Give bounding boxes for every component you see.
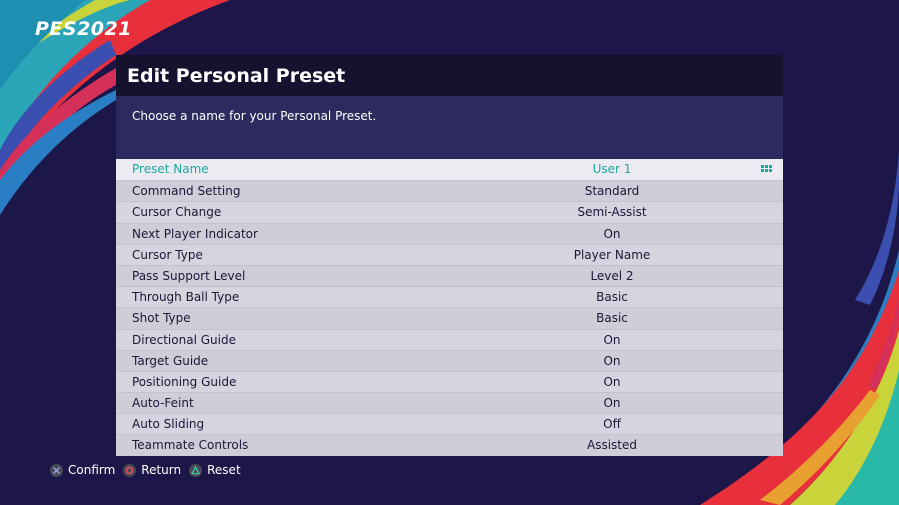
setting-value: Assisted xyxy=(586,438,637,453)
setting-row-command-setting[interactable]: Command Setting Standard xyxy=(116,180,783,202)
setting-row-auto-sliding[interactable]: Auto Sliding Off xyxy=(116,413,783,434)
setting-value: Player Name xyxy=(573,247,651,262)
panel-header: Edit Personal Preset xyxy=(116,55,783,96)
setting-label: Auto-Feint xyxy=(132,396,194,411)
setting-label: Teammate Controls xyxy=(132,438,249,453)
panel-description: Choose a name for your Personal Preset. xyxy=(116,96,783,159)
setting-value: On xyxy=(603,353,621,368)
setting-label: Command Setting xyxy=(132,184,241,199)
setting-label: Preset Name xyxy=(132,162,209,176)
setting-row-directional-guide[interactable]: Directional Guide On xyxy=(116,328,783,350)
button-prompts: Confirm Return Reset xyxy=(50,463,249,477)
setting-label: Directional Guide xyxy=(132,332,236,347)
setting-label: Auto Sliding xyxy=(132,417,205,432)
setting-value: Standard xyxy=(584,184,640,199)
confirm-label: Confirm xyxy=(68,463,116,477)
game-logo: PES2021 xyxy=(35,18,132,40)
setting-row-preset-name[interactable]: Preset Name User 1 xyxy=(116,159,783,181)
setting-row-through-ball-type[interactable]: Through Ball Type Basic xyxy=(116,286,783,307)
setting-label: Shot Type xyxy=(132,311,191,326)
setting-label: Positioning Guide xyxy=(132,374,237,389)
setting-value: Semi-Assist xyxy=(577,205,647,220)
setting-value: On xyxy=(603,396,621,411)
setting-label: Pass Support Level xyxy=(132,268,246,283)
keyboard-icon[interactable] xyxy=(761,165,772,172)
edit-preset-panel: Edit Personal Preset Choose a name for y… xyxy=(116,55,783,456)
confirm-button[interactable]: Confirm xyxy=(50,463,115,477)
setting-label: Cursor Change xyxy=(132,205,222,220)
return-button[interactable]: Return xyxy=(123,463,181,477)
circle-button-icon xyxy=(123,463,137,477)
settings-list: Preset Name User 1 Command Setting Stand… xyxy=(116,159,783,456)
triangle-button-icon xyxy=(189,463,203,477)
setting-value: On xyxy=(603,374,621,389)
panel-description-text: Choose a name for your Personal Preset. xyxy=(132,109,377,123)
setting-row-cursor-change[interactable]: Cursor Change Semi-Assist xyxy=(116,201,783,222)
setting-value: Basic xyxy=(596,290,628,305)
setting-row-next-player-indicator[interactable]: Next Player Indicator On xyxy=(116,222,783,244)
setting-row-target-guide[interactable]: Target Guide On xyxy=(116,349,783,371)
setting-label: Next Player Indicator xyxy=(132,226,258,241)
setting-value: On xyxy=(603,226,621,241)
setting-value: Off xyxy=(603,417,621,432)
setting-label: Target Guide xyxy=(132,353,209,368)
reset-label: Reset xyxy=(207,463,241,477)
reset-button[interactable]: Reset xyxy=(189,463,241,477)
setting-row-auto-feint[interactable]: Auto-Feint On xyxy=(116,392,783,414)
setting-value: User 1 xyxy=(592,162,632,176)
setting-value: On xyxy=(603,332,621,347)
setting-row-cursor-type[interactable]: Cursor Type Player Name xyxy=(116,243,783,265)
return-label: Return xyxy=(141,463,182,477)
cross-button-icon xyxy=(50,463,63,477)
setting-row-teammate-controls[interactable]: Teammate Controls Assisted xyxy=(116,434,783,456)
setting-value: Basic xyxy=(596,311,628,326)
setting-value: Level 2 xyxy=(590,268,634,283)
setting-row-positioning-guide[interactable]: Positioning Guide On xyxy=(116,370,783,392)
setting-label: Through Ball Type xyxy=(132,290,240,305)
panel-title: Edit Personal Preset xyxy=(127,64,346,87)
setting-row-shot-type[interactable]: Shot Type Basic xyxy=(116,307,783,329)
setting-label: Cursor Type xyxy=(132,247,203,262)
setting-row-pass-support-level[interactable]: Pass Support Level Level 2 xyxy=(116,264,783,287)
